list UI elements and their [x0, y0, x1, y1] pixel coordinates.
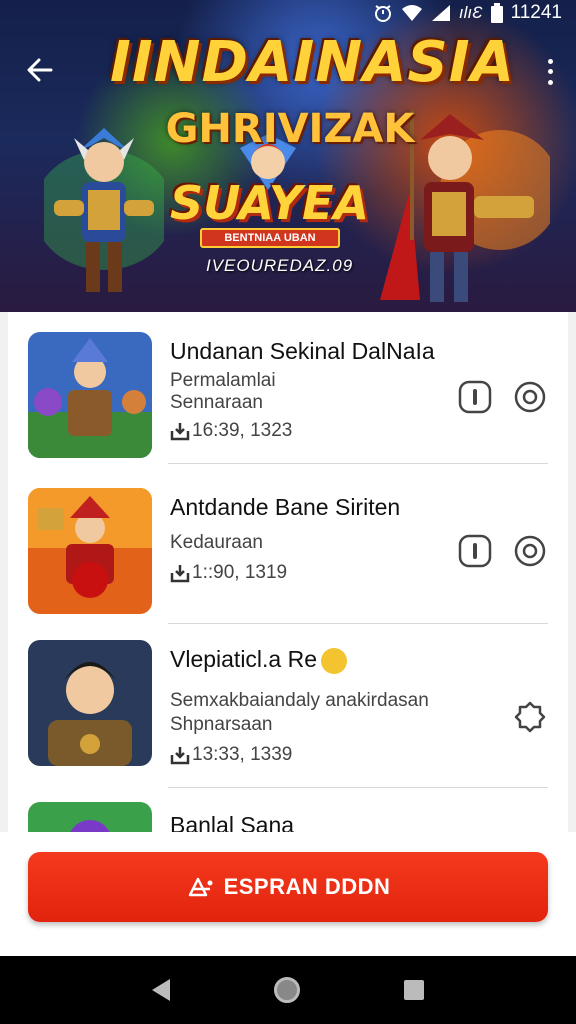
phone-icon[interactable] [458, 380, 492, 414]
circle-dot-icon[interactable] [513, 534, 547, 568]
item-title: Banlal Sana [170, 812, 295, 832]
status-bar: ılıƐ 11241 [0, 0, 576, 26]
download-icon [170, 565, 190, 583]
alarm-icon [374, 5, 391, 22]
item-divider [168, 463, 548, 464]
item-title: Vlepiaticl.a Re [170, 646, 460, 674]
signal-icon [431, 5, 450, 21]
dot-icon [547, 58, 553, 64]
carrier-text: ılıƐ [458, 3, 483, 22]
list-item[interactable]: Antdande Bane Siriten Kedauraan 1::90, 1… [8, 474, 568, 624]
item-divider [168, 623, 548, 624]
item-subtitle-secondary: Shpnarsaan [170, 714, 273, 735]
primary-action-button[interactable]: ESPRAN DDDN [28, 852, 548, 922]
item-meta: 1::90, 1319 [170, 562, 287, 584]
item-thumbnail [28, 640, 152, 766]
status-time: 11241 [510, 2, 562, 23]
list-item[interactable]: Vlepiaticl.a Re Semxakbaiandaly anakirda… [8, 626, 568, 788]
nav-home-icon[interactable] [274, 977, 300, 1003]
wifi-icon [401, 5, 422, 21]
banner-title-line1: IINDAINASIA [110, 30, 515, 95]
banner-date: IVEOUREDAZ.09 [206, 256, 354, 275]
item-meta-text: 1::90, 1319 [192, 562, 288, 583]
item-subtitle: Semxakbaiandaly anakirdasan [170, 690, 429, 711]
item-subtitle: Permalamlai [170, 370, 276, 391]
smile-emoji-icon [321, 647, 348, 674]
hero-banner: ılıƐ 11241 IINDAINASIA GHRIVIZAK SUAYEA … [0, 0, 576, 312]
battery-icon [490, 3, 503, 23]
arrow-left-icon [27, 58, 53, 82]
list-item[interactable]: Banlal Sana [8, 788, 568, 832]
item-subtitle: Kedauraan [170, 532, 263, 553]
scatter-icon [188, 877, 213, 897]
item-subtitle-secondary: Sennaraan [170, 392, 263, 413]
item-thumbnail [28, 488, 152, 614]
item-meta-text: 13:33, 1339 [192, 744, 293, 765]
dot-icon [547, 80, 553, 86]
item-thumbnail [28, 802, 152, 832]
banner-plate: BENTNIAA UBAN [200, 228, 340, 248]
system-nav-bar [0, 956, 576, 1024]
banner-title-line3: SUAYEA [170, 176, 370, 230]
more-options-button[interactable] [544, 56, 556, 88]
dot-icon [547, 69, 553, 75]
bottom-action-area: ESPRAN DDDN [0, 832, 576, 956]
circle-dot-icon[interactable] [513, 380, 547, 414]
list-item[interactable]: Undanan Sekinal DalNaIa Permalamlai Senn… [8, 312, 568, 464]
badge-icon[interactable] [513, 700, 547, 734]
phone-icon[interactable] [458, 534, 492, 568]
back-button[interactable] [24, 54, 56, 86]
item-list: Undanan Sekinal DalNaIa Permalamlai Senn… [8, 312, 568, 832]
banner-title-line2: GHRIVIZAK [165, 106, 415, 152]
item-meta: 13:33, 1339 [170, 744, 292, 766]
primary-action-label: ESPRAN DDDN [223, 874, 391, 899]
item-title: Antdande Bane Siriten [170, 494, 401, 520]
item-meta: 16:39, 1323 [170, 420, 292, 442]
download-icon [170, 423, 190, 441]
item-meta-text: 16:39, 1323 [192, 420, 293, 441]
item-title: Undanan Sekinal DalNaIa [170, 338, 435, 364]
download-icon [170, 747, 190, 765]
nav-recents-icon[interactable] [404, 980, 424, 1000]
nav-back-icon[interactable] [152, 979, 170, 1001]
item-thumbnail [28, 332, 152, 458]
